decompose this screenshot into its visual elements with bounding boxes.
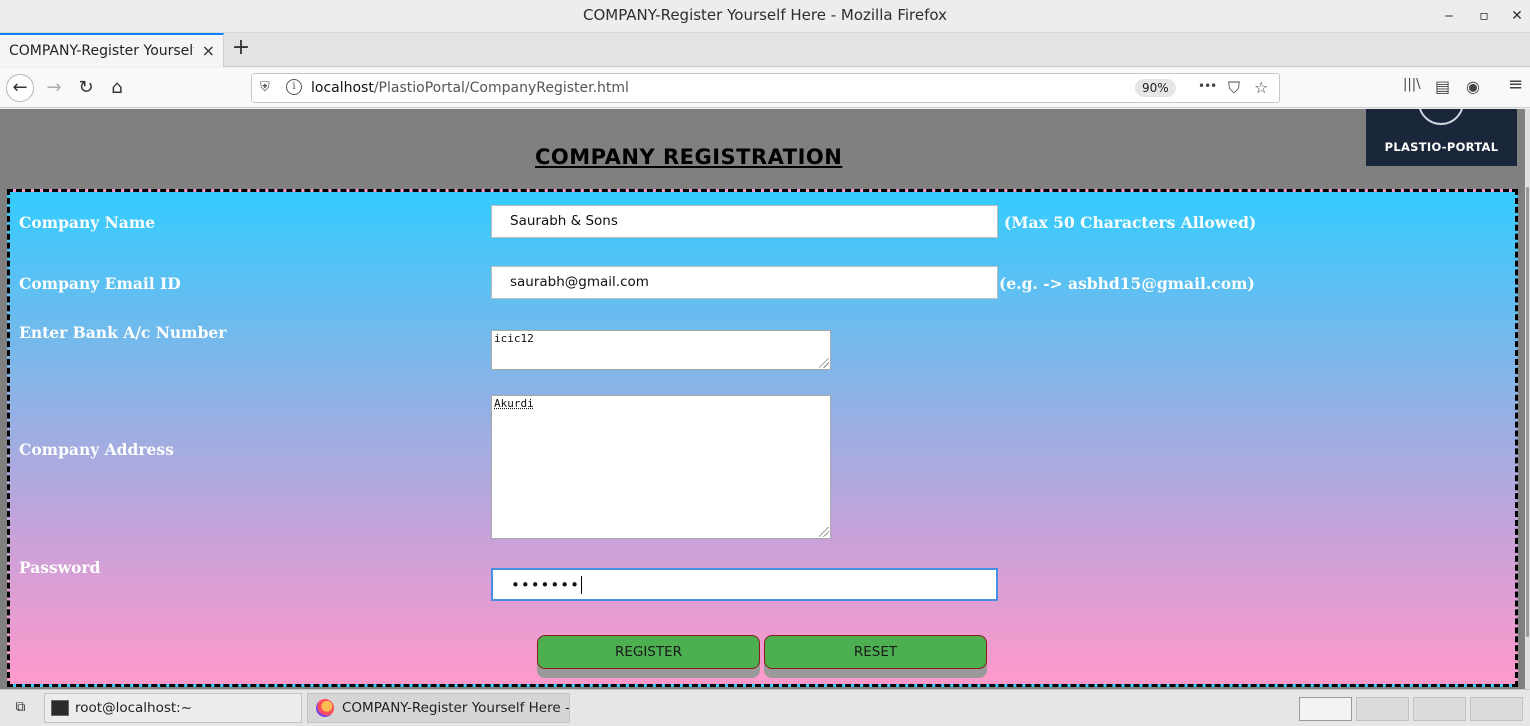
company-name-label: Company Name bbox=[19, 213, 156, 232]
register-button-wrap: REGISTER bbox=[537, 635, 760, 679]
text-caret bbox=[580, 576, 582, 594]
terminal-icon bbox=[51, 700, 69, 716]
company-email-hint: (e.g. -> asbhd15@gmail.com) bbox=[999, 274, 1255, 293]
taskbar-firefox[interactable]: COMPANY-Register Yourself Here - ... bbox=[307, 693, 570, 723]
tab-label: COMPANY-Register Yourself Here - Mozilla… bbox=[9, 43, 194, 59]
reset-button[interactable]: RESET bbox=[764, 635, 987, 669]
page-content: PLASTIO-PORTAL COMPANY REGISTRATION Comp… bbox=[0, 109, 1525, 689]
page-scrollbar[interactable] bbox=[1525, 109, 1530, 689]
bank-account-label: Enter Bank A/c Number bbox=[19, 323, 227, 342]
logo-ring-icon bbox=[1418, 109, 1464, 125]
reset-button-wrap: RESET bbox=[764, 635, 987, 679]
taskbar: ⧉ root@localhost:~ COMPANY-Register Your… bbox=[0, 689, 1530, 726]
pocket-icon[interactable]: ⛉ bbox=[1228, 78, 1240, 98]
resize-grip-icon[interactable] bbox=[819, 358, 829, 368]
bank-account-value: icic12 bbox=[494, 332, 534, 345]
company-address-label: Company Address bbox=[19, 440, 174, 459]
taskbar-terminal-label: root@localhost:~ bbox=[75, 700, 193, 716]
registration-form: Company Name Saurabh & Sons (Max 50 Char… bbox=[7, 189, 1518, 687]
window-title: COMPANY-Register Yourself Here - Mozilla… bbox=[582, 6, 947, 24]
bank-account-textarea[interactable]: icic12 bbox=[491, 330, 831, 370]
company-name-input[interactable]: Saurabh & Sons bbox=[491, 205, 998, 238]
taskbar-firefox-label: COMPANY-Register Yourself Here - ... bbox=[342, 700, 570, 716]
company-address-value: Akurdi bbox=[494, 397, 534, 410]
page-actions-icon[interactable]: ••• bbox=[1198, 79, 1217, 93]
workspace-3[interactable] bbox=[1413, 697, 1466, 721]
zoom-level-badge[interactable]: 90% bbox=[1135, 79, 1176, 97]
company-email-label: Company Email ID bbox=[19, 274, 181, 293]
scrollbar-thumb[interactable] bbox=[1526, 187, 1529, 637]
maximize-button[interactable]: ▫ bbox=[1472, 4, 1496, 28]
navigation-bar: ← → ↻ ⌂ ⛨ i localhost/PlastioPortal/Comp… bbox=[0, 68, 1530, 108]
forward-button[interactable]: → bbox=[40, 74, 68, 102]
site-info-icon[interactable]: i bbox=[286, 79, 302, 95]
plastio-portal-logo: PLASTIO-PORTAL bbox=[1366, 109, 1517, 166]
resize-grip-icon[interactable] bbox=[819, 527, 829, 537]
menu-icon[interactable]: ≡ bbox=[1508, 74, 1523, 95]
library-icon[interactable]: |||\ bbox=[1403, 77, 1421, 92]
url-host: localhost bbox=[311, 80, 374, 96]
show-desktop-icon[interactable]: ⧉ bbox=[8, 693, 33, 723]
password-value: ••••••• bbox=[511, 576, 580, 594]
password-label: Password bbox=[19, 558, 101, 577]
workspace-4[interactable] bbox=[1470, 697, 1523, 721]
workspace-2[interactable] bbox=[1356, 697, 1409, 721]
reload-button[interactable]: ↻ bbox=[72, 74, 100, 102]
firefox-icon bbox=[316, 699, 334, 717]
taskbar-terminal[interactable]: root@localhost:~ bbox=[44, 693, 302, 723]
company-name-hint: (Max 50 Characters Allowed) bbox=[1004, 213, 1257, 232]
minimize-button[interactable]: ‒ bbox=[1437, 4, 1461, 28]
account-icon[interactable]: ◉ bbox=[1466, 77, 1480, 96]
password-input[interactable]: ••••••• bbox=[491, 568, 998, 601]
url-path: /PlastioPortal/CompanyRegister.html bbox=[373, 80, 629, 96]
tab-company-register[interactable]: COMPANY-Register Yourself Here - Mozilla… bbox=[0, 33, 224, 67]
back-button[interactable]: ← bbox=[6, 74, 34, 102]
register-button[interactable]: REGISTER bbox=[537, 635, 760, 669]
tracking-shield-icon[interactable]: ⛨ bbox=[260, 80, 270, 95]
home-button[interactable]: ⌂ bbox=[103, 74, 131, 102]
url-bar[interactable]: ⛨ i localhost/PlastioPortal/CompanyRegis… bbox=[251, 73, 1280, 103]
company-address-textarea[interactable]: Akurdi bbox=[491, 395, 831, 539]
company-email-input[interactable]: saurabh@gmail.com bbox=[491, 266, 998, 299]
close-window-button[interactable]: ✕ bbox=[1505, 4, 1529, 28]
logo-text: PLASTIO-PORTAL bbox=[1384, 140, 1499, 154]
tab-close-icon[interactable]: × bbox=[202, 41, 215, 60]
url-text[interactable]: localhost/PlastioPortal/CompanyRegister.… bbox=[311, 80, 629, 96]
page-title: COMPANY REGISTRATION bbox=[535, 145, 843, 169]
tab-strip: COMPANY-Register Yourself Here - Mozilla… bbox=[0, 33, 1530, 67]
sidebar-icon[interactable]: ▤ bbox=[1435, 77, 1450, 96]
window-titlebar: COMPANY-Register Yourself Here - Mozilla… bbox=[0, 0, 1530, 33]
bookmark-star-icon[interactable]: ☆ bbox=[1254, 78, 1268, 97]
new-tab-button[interactable]: + bbox=[230, 37, 252, 61]
workspace-1[interactable] bbox=[1299, 697, 1352, 721]
